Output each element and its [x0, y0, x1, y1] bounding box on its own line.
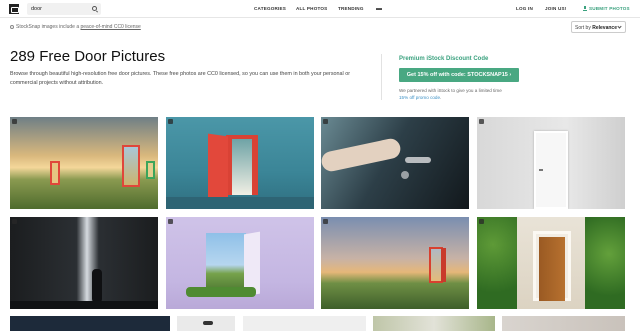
photo-badge-icon — [479, 219, 484, 224]
nav-all-photos[interactable]: ALL PHOTOS — [296, 6, 327, 11]
search-box[interactable] — [27, 3, 101, 15]
photo-tile[interactable] — [10, 217, 158, 309]
plants — [477, 217, 517, 309]
lock — [401, 171, 409, 179]
photo-tile[interactable] — [321, 217, 469, 309]
promo-link[interactable]: 15% off promo code — [399, 95, 440, 100]
photo-tile[interactable] — [177, 316, 235, 331]
photo-tile[interactable] — [321, 117, 469, 209]
photo-tile[interactable] — [502, 316, 625, 331]
person — [92, 269, 102, 303]
photo-badge-icon — [168, 119, 173, 124]
login-link[interactable]: LOG IN — [516, 6, 533, 11]
door-handle — [405, 157, 431, 163]
floor — [166, 197, 314, 209]
door-opening — [232, 139, 252, 195]
submit-photos-label: SUBMIT PHOTOS — [589, 6, 630, 11]
photo-tile[interactable] — [166, 117, 314, 209]
photo-tile[interactable] — [10, 117, 158, 209]
photo-badge-icon — [323, 119, 328, 124]
door-handle — [539, 169, 543, 171]
top-header: CATEGORIES ALL PHOTOS TRENDING LOG IN JO… — [0, 0, 640, 18]
photo-badge-icon — [12, 219, 17, 224]
photo-tile[interactable] — [373, 316, 495, 331]
nav-trending[interactable]: TRENDING — [338, 6, 364, 11]
photo-badge-icon — [323, 219, 328, 224]
promo-note-suffix: . — [440, 95, 442, 100]
door-leaf — [539, 237, 565, 301]
photo-badge-icon — [12, 119, 17, 124]
promo-note: We partnered with iStock to give you a l… — [399, 87, 509, 101]
door-frame — [122, 145, 140, 187]
search-input[interactable] — [31, 4, 89, 14]
submit-photos-link[interactable]: SUBMIT PHOTOS — [583, 6, 630, 11]
join-link[interactable]: JOIN US! — [545, 6, 567, 11]
photo-tile[interactable] — [477, 117, 625, 209]
sort-label: Sort by — [575, 25, 593, 31]
photo-badge-icon — [479, 119, 484, 124]
floor — [10, 301, 158, 309]
grass — [186, 287, 256, 297]
photo-badge-icon — [168, 219, 173, 224]
search-icon[interactable] — [92, 6, 97, 11]
door-frame — [146, 161, 155, 179]
photo-tile[interactable] — [10, 316, 170, 331]
door-frame — [50, 161, 60, 185]
promo-title: Premium iStock Discount Code — [399, 56, 489, 62]
license-prefix: StockSnap images include a — [16, 24, 81, 30]
promo-note-prefix: We partnered with iStock to give you a l… — [399, 88, 502, 93]
photo-tile[interactable] — [477, 217, 625, 309]
more-icon[interactable] — [376, 8, 382, 10]
photo-tile[interactable] — [243, 316, 366, 331]
door-leaf — [441, 248, 446, 282]
sort-value: Relevance — [592, 25, 617, 31]
license-note: StockSnap images include a peace-of-mind… — [10, 24, 141, 30]
logo-icon[interactable] — [9, 4, 19, 14]
promo-code-button[interactable]: Get 15% off with code: STOCKSNAP15 › — [399, 68, 519, 82]
door-opening — [206, 233, 246, 291]
nav-categories[interactable]: CATEGORIES — [254, 6, 286, 11]
arm — [321, 136, 403, 174]
plants — [585, 217, 625, 309]
door-leaf — [208, 133, 228, 203]
photo-tile[interactable] — [166, 217, 314, 309]
chevron-down-icon — [617, 24, 622, 29]
lamp — [203, 321, 213, 325]
license-link[interactable]: peace-of-mind CC0 license — [80, 24, 140, 30]
page-title: 289 Free Door Pictures — [10, 48, 166, 65]
sort-select[interactable]: Sort by Relevance — [571, 21, 626, 33]
divider — [381, 54, 382, 100]
page-description: Browse through beautiful high-resolution… — [10, 71, 351, 86]
cc-icon — [10, 24, 14, 29]
